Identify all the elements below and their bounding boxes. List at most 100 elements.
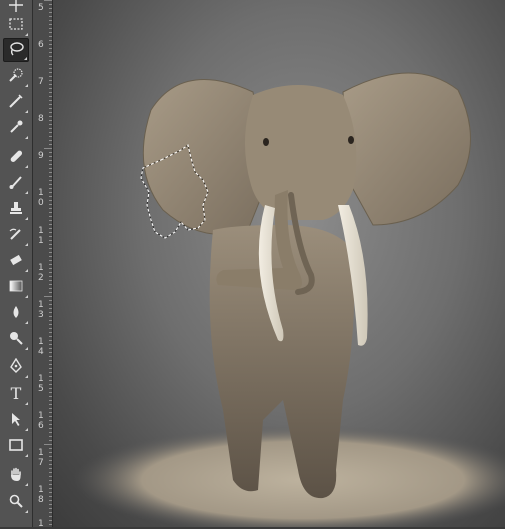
- quick-selection-icon: [8, 67, 24, 86]
- clone-stamp-tool[interactable]: [3, 197, 29, 221]
- ruler-tick: [49, 432, 52, 433]
- gradient-tool[interactable]: [3, 275, 29, 299]
- document-canvas[interactable]: [53, 0, 505, 527]
- vertical-ruler: 5 6 7 8 9 1 0 1 1 1 2 1 3 1 4 1 5 1 6 1 …: [33, 0, 53, 529]
- path-selection-tool[interactable]: [3, 408, 29, 432]
- ruler-tick: [49, 436, 52, 437]
- ruler-tick: [49, 136, 52, 137]
- ruler-tick: [49, 460, 52, 461]
- ruler-tick: [49, 504, 52, 505]
- ruler-tick: [49, 448, 52, 449]
- ruler-tick: [49, 312, 52, 313]
- ruler-tick: [49, 160, 52, 161]
- history-brush-tool[interactable]: [3, 223, 29, 247]
- ruler-tick: [49, 288, 52, 289]
- zoom-tool[interactable]: [3, 490, 29, 514]
- ruler-tick: [49, 292, 52, 293]
- ruler-label: 6: [38, 40, 44, 50]
- hand-tool[interactable]: [3, 463, 29, 487]
- ruler-tick: [49, 404, 52, 405]
- ruler-tick: [49, 468, 52, 469]
- ruler-tick: [49, 128, 52, 129]
- ruler-tick: [49, 348, 52, 349]
- ruler-label: 1 6: [38, 411, 44, 431]
- ground: [73, 425, 505, 527]
- path-selection-arrow-icon: [8, 411, 24, 430]
- lasso-tool[interactable]: [3, 38, 29, 62]
- ruler-tick: [49, 68, 52, 69]
- eraser-icon: [8, 252, 24, 271]
- ruler-tick: [49, 336, 52, 337]
- ruler-tick: [49, 360, 52, 361]
- ruler-tick: [49, 372, 52, 373]
- tools-panel: T: [0, 0, 33, 527]
- ruler-tick: [49, 340, 52, 341]
- pen-tool[interactable]: [3, 355, 29, 379]
- dodge-tool[interactable]: [3, 327, 29, 351]
- ruler-tick: [49, 180, 52, 181]
- ruler-tick: [49, 260, 52, 261]
- ruler-tick: [49, 88, 52, 89]
- ruler-tick: [49, 356, 52, 357]
- ruler-tick: [49, 384, 52, 385]
- ruler-tick: [49, 416, 52, 417]
- blur-tool[interactable]: [3, 301, 29, 325]
- ruler-tick: [49, 84, 52, 85]
- ruler-tick: [49, 264, 52, 265]
- type-tool[interactable]: T: [3, 382, 29, 406]
- history-brush-icon: [8, 226, 24, 245]
- ruler-tick: [49, 308, 52, 309]
- blur-drop-icon: [8, 304, 24, 323]
- rectangle-shape-icon: [8, 437, 24, 456]
- ruler-tick: [49, 224, 52, 225]
- ruler-tick: [49, 388, 52, 389]
- ruler-tick: [49, 32, 52, 33]
- ruler-tick: [49, 320, 52, 321]
- elephant-photo: [73, 72, 505, 527]
- ruler-tick: [49, 276, 52, 277]
- ruler-tick: [49, 28, 52, 29]
- marquee-tool[interactable]: [3, 13, 29, 37]
- crop-tool[interactable]: [3, 90, 29, 114]
- ruler-tick: [49, 176, 52, 177]
- ruler-tick: [49, 500, 52, 501]
- ruler-tick: [49, 252, 52, 253]
- ruler-tick: [49, 452, 52, 453]
- ruler-tick: [49, 488, 52, 489]
- ruler-tick: [49, 80, 52, 81]
- healing-brush-tool[interactable]: [3, 145, 29, 169]
- ruler-tick: [49, 104, 52, 105]
- brush-tool[interactable]: [3, 171, 29, 195]
- ruler-tick: [49, 200, 52, 201]
- ruler-tick: [49, 116, 52, 117]
- ruler-tick: [44, 444, 52, 445]
- ruler-tick: [49, 156, 52, 157]
- left-eye: [263, 138, 269, 146]
- ruler-tick: [49, 328, 52, 329]
- dodge-icon: [8, 330, 24, 349]
- ruler-tick: [49, 364, 52, 365]
- ruler-tick: [49, 112, 52, 113]
- ruler-label: 1 5: [38, 374, 44, 394]
- ruler-tick: [49, 172, 52, 173]
- hand-icon: [8, 466, 24, 485]
- ruler-tick: [49, 408, 52, 409]
- ruler-tick: [49, 44, 52, 45]
- ruler-tick: [49, 192, 52, 193]
- eraser-tool[interactable]: [3, 249, 29, 273]
- eyedropper-tool[interactable]: [3, 116, 29, 140]
- ruler-tick: [49, 140, 52, 141]
- ruler-tick: [49, 412, 52, 413]
- ruler-tick: [49, 168, 52, 169]
- ruler-tick: [49, 48, 52, 49]
- quick-selection-tool[interactable]: [3, 64, 29, 88]
- ruler-tick: [49, 516, 52, 517]
- type-icon: T: [10, 384, 22, 403]
- ruler-label: 1 0: [38, 188, 44, 208]
- ruler-tick: [49, 332, 52, 333]
- rectangle-tool[interactable]: [3, 434, 29, 458]
- ruler-tick: [49, 204, 52, 205]
- ruler-tick: [49, 228, 52, 229]
- ruler-tick: [49, 8, 52, 9]
- ruler-tick: [49, 220, 52, 221]
